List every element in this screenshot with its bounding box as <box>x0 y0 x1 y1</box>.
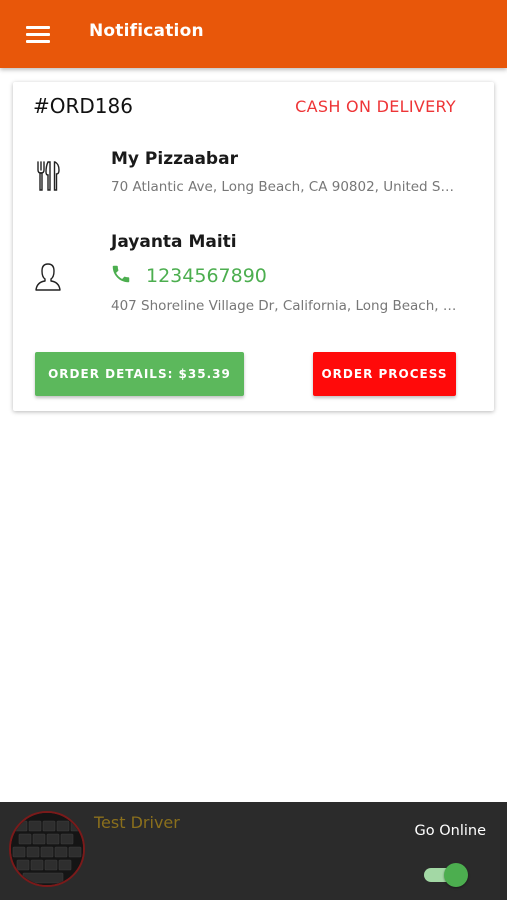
avatar[interactable] <box>9 811 85 887</box>
restaurant-name: My Pizzaabar <box>111 149 238 169</box>
toggle-knob <box>444 863 468 887</box>
user-icon <box>35 263 61 291</box>
restaurant-address: 70 Atlantic Ave, Long Beach, CA 90802, U… <box>111 179 457 195</box>
go-online-label: Go Online <box>414 823 487 839</box>
payment-type-label: CASH ON DELIVERY <box>295 97 456 116</box>
order-details-button[interactable]: ORDER DETAILS: $35.39 <box>35 352 244 396</box>
driver-status-bar: Test Driver Go Online <box>0 802 507 900</box>
app-bar: Notification <box>0 0 507 68</box>
driver-name: Test Driver <box>94 813 180 832</box>
page-title: Notification <box>89 21 204 41</box>
order-process-button[interactable]: ORDER PROCESS <box>313 352 456 396</box>
customer-address: 407 Shoreline Village Dr, California, Lo… <box>111 298 457 314</box>
fork-knife-icon <box>37 161 60 191</box>
customer-phone-link[interactable]: 1234567890 <box>146 265 267 287</box>
avatar-keyboard-image <box>11 813 83 885</box>
phone-icon[interactable] <box>110 263 132 285</box>
go-online-toggle[interactable] <box>424 862 470 888</box>
customer-name: Jayanta Maiti <box>111 232 237 252</box>
order-id: #ORD186 <box>33 94 133 118</box>
order-card: #ORD186 CASH ON DELIVERY My Pizzaabar 70… <box>13 82 494 411</box>
menu-icon[interactable] <box>26 26 52 46</box>
